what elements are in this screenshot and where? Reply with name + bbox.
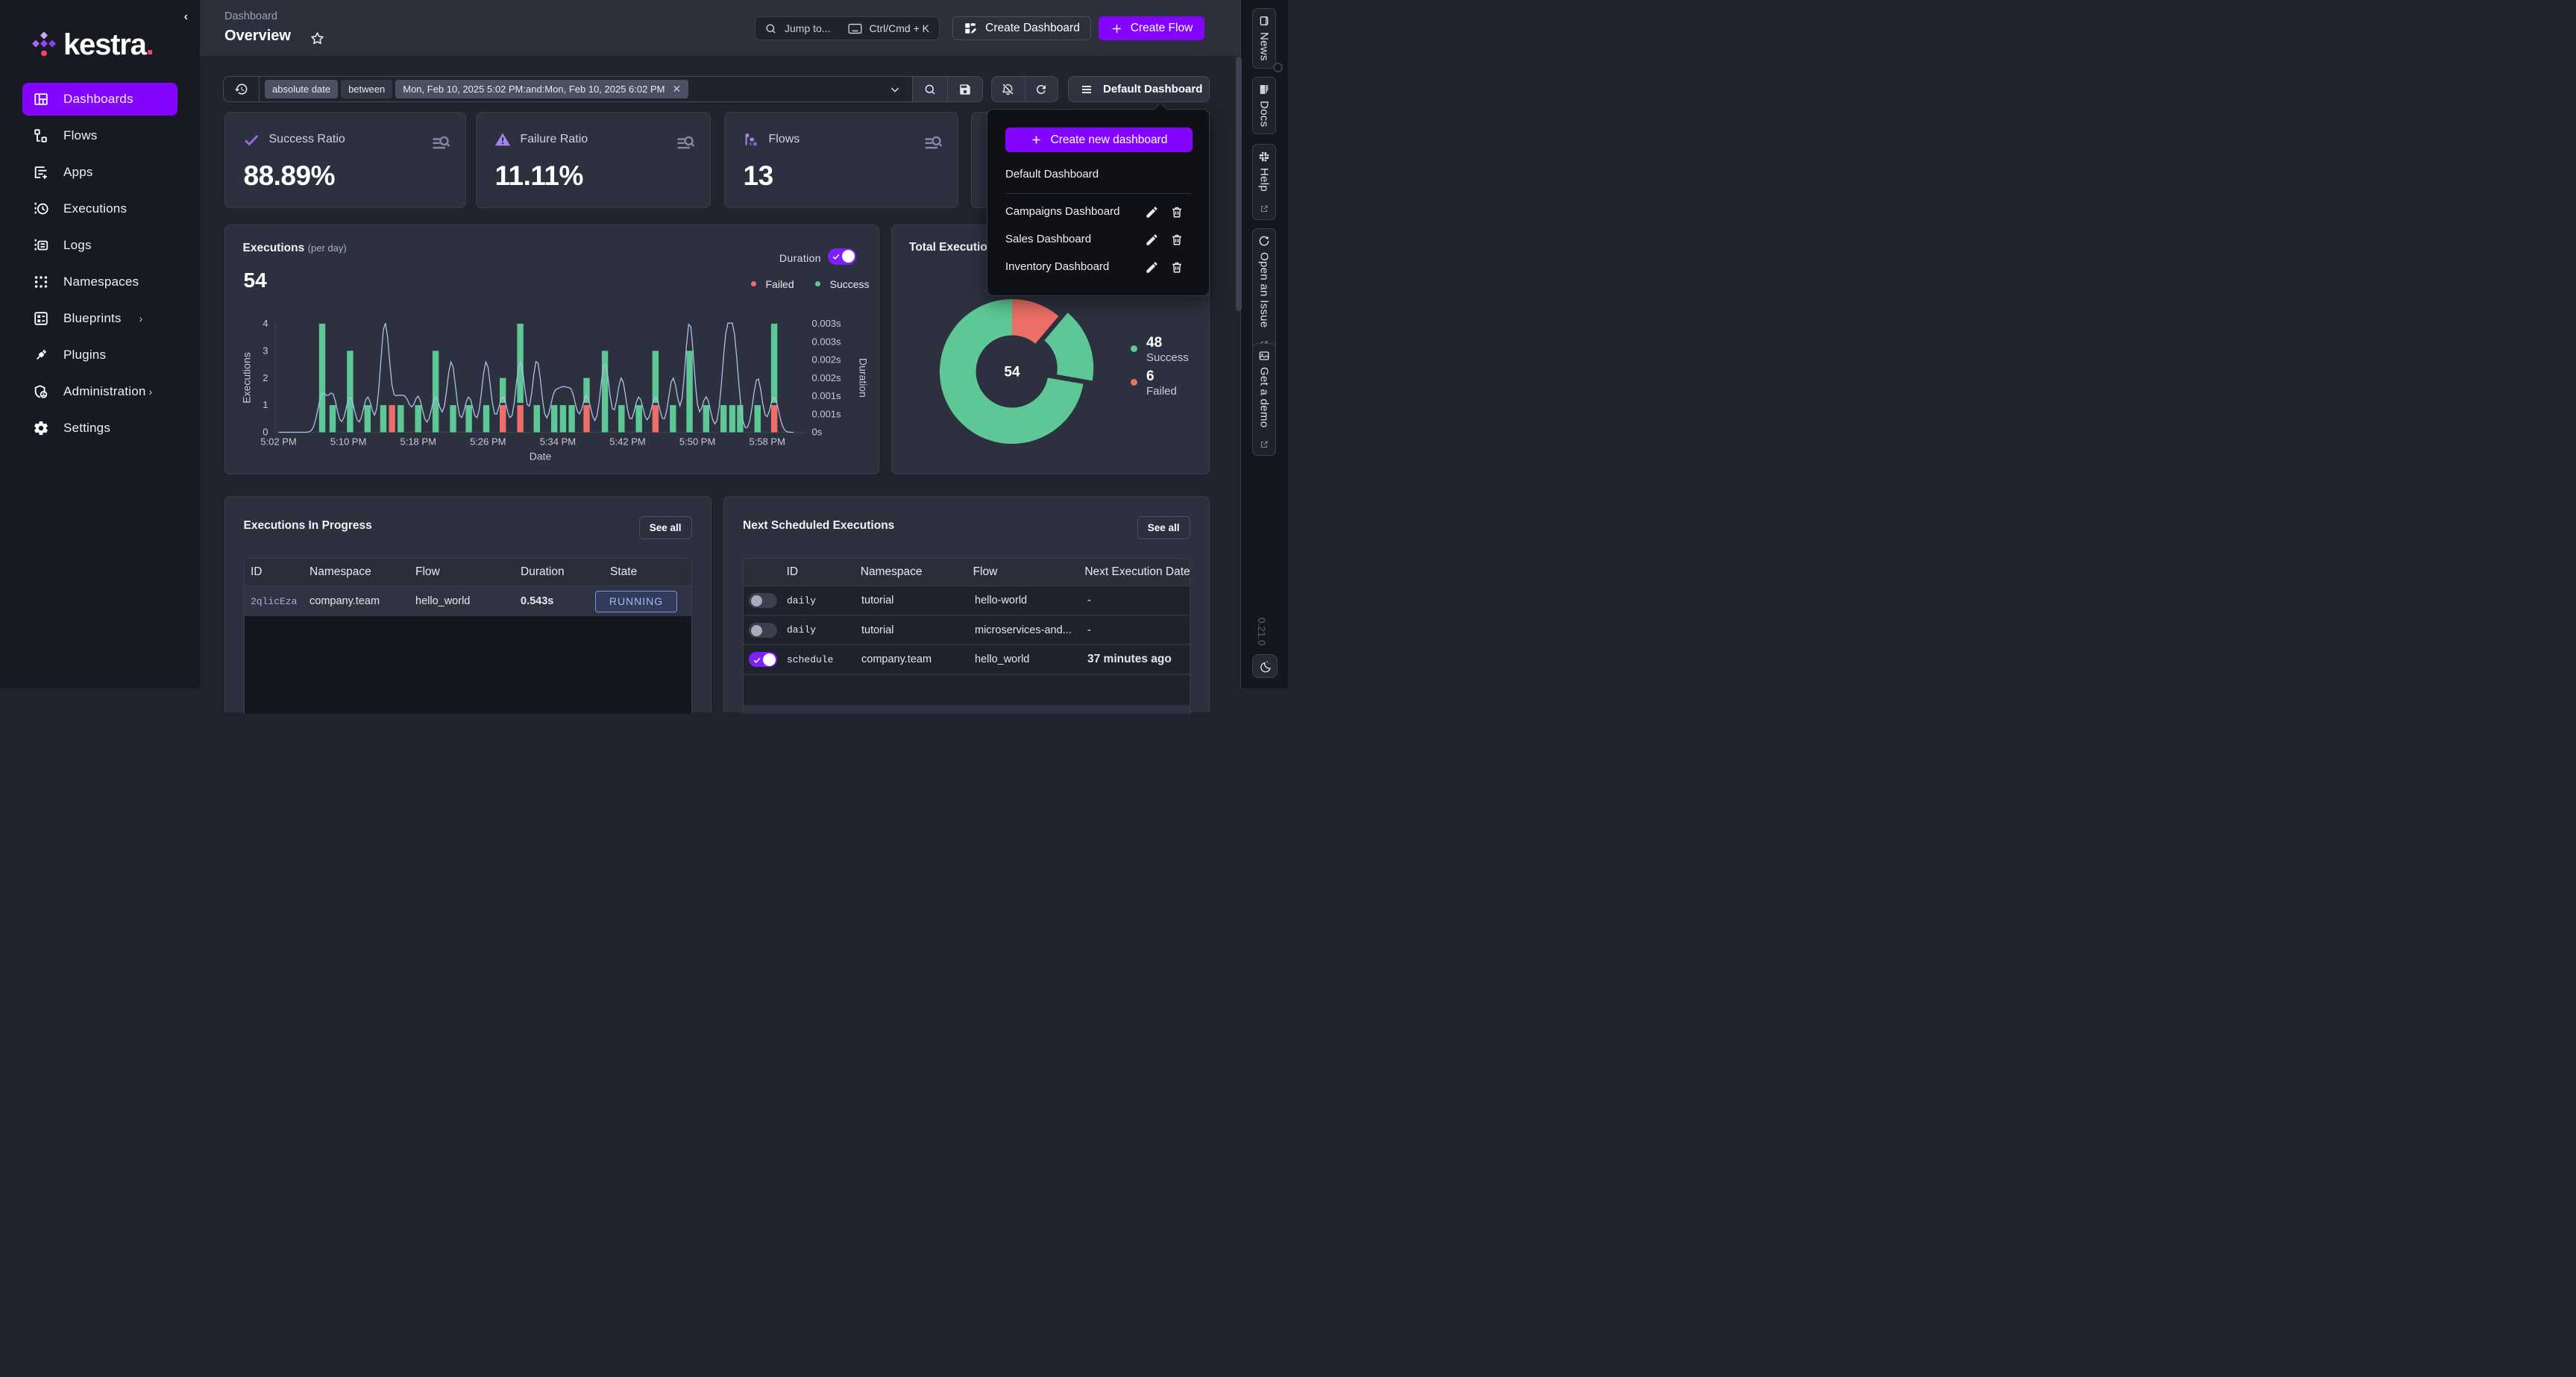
- svg-text:Duration: Duration: [857, 358, 869, 398]
- svg-text:5:42 PM: 5:42 PM: [609, 436, 645, 447]
- svg-text:5:58 PM: 5:58 PM: [749, 436, 785, 447]
- svg-text:5:34 PM: 5:34 PM: [539, 436, 575, 447]
- svg-text:54: 54: [1004, 364, 1020, 380]
- svg-text:5:26 PM: 5:26 PM: [470, 436, 506, 447]
- svg-text:Date: Date: [529, 450, 551, 462]
- svg-text:0.003s: 0.003s: [811, 318, 841, 329]
- svg-text:0.001s: 0.001s: [811, 390, 841, 401]
- svg-text:0.002s: 0.002s: [811, 371, 841, 383]
- svg-text:0s: 0s: [811, 426, 822, 437]
- svg-text:5:50 PM: 5:50 PM: [679, 436, 714, 447]
- svg-text:1: 1: [263, 399, 268, 410]
- svg-text:2: 2: [263, 371, 268, 383]
- svg-text:0.002s: 0.002s: [811, 354, 841, 365]
- svg-text:0.001s: 0.001s: [811, 408, 841, 419]
- svg-text:5:18 PM: 5:18 PM: [400, 436, 436, 447]
- svg-text:4: 4: [263, 318, 268, 329]
- svg-text:3: 3: [263, 345, 268, 356]
- svg-text:Executions: Executions: [240, 352, 252, 403]
- svg-text:0.003s: 0.003s: [811, 336, 841, 347]
- svg-text:5:10 PM: 5:10 PM: [330, 436, 365, 447]
- svg-text:0: 0: [263, 426, 268, 437]
- svg-text:5:02 PM: 5:02 PM: [260, 436, 296, 447]
